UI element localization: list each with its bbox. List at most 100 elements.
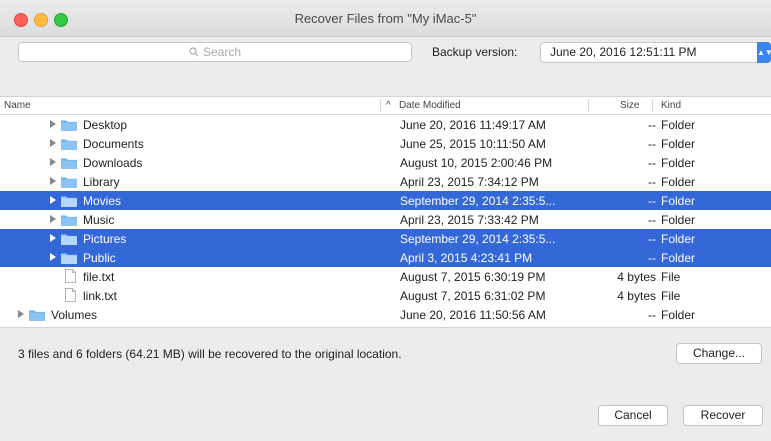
row-size: --: [648, 251, 656, 265]
search-placeholder: Search: [202, 45, 242, 59]
table-row[interactable]: Pictures September 29, 2014 2:35:5... -- Fo…: [0, 229, 771, 248]
table-row[interactable]: link.txt August 7, 2015 6:31:02 PM 4 bytes…: [0, 286, 771, 305]
files-table: Name ^ Date Modified Size Kind Desktop Ju…: [0, 96, 771, 328]
disclosure-triangle-icon[interactable]: [50, 120, 56, 128]
column-header-name[interactable]: Name: [4, 100, 31, 111]
disclosure-triangle-icon[interactable]: [50, 158, 56, 166]
row-size: --: [648, 175, 656, 189]
table-row[interactable]: file.txt August 7, 2015 6:30:19 PM 4 bytes…: [0, 267, 771, 286]
search-icon: [189, 47, 199, 57]
row-date-modified: September 29, 2014 2:35:5...: [400, 232, 556, 246]
row-kind: Folder: [661, 118, 696, 132]
table-row[interactable]: Library April 23, 2015 7:34:12 PM -- Folder: [0, 172, 771, 191]
chevron-updown-icon: ▲▼: [757, 42, 771, 63]
column-divider[interactable]: [380, 99, 381, 112]
recover-button[interactable]: Recover: [683, 405, 763, 426]
row-size: --: [648, 213, 656, 227]
disclosure-triangle-icon[interactable]: [50, 177, 56, 185]
row-name: Library: [83, 175, 120, 189]
file-icon: [65, 288, 76, 302]
folder-icon: [61, 215, 77, 226]
folder-icon: [61, 177, 77, 188]
row-name: Public: [83, 251, 116, 265]
row-kind: File: [661, 289, 681, 303]
column-header-size[interactable]: Size: [620, 100, 639, 111]
row-date-modified: August 7, 2015 6:31:02 PM: [400, 289, 546, 303]
row-kind: Folder: [661, 251, 696, 265]
row-kind: Folder: [661, 213, 696, 227]
change-location-button[interactable]: Change...: [676, 343, 762, 364]
folder-icon: [61, 234, 77, 245]
row-date-modified: August 10, 2015 2:00:46 PM: [400, 156, 553, 170]
row-date-modified: June 20, 2016 11:49:17 AM: [400, 118, 546, 132]
row-kind: Folder: [661, 175, 696, 189]
sort-ascending-icon: ^: [386, 100, 391, 111]
folder-icon: [61, 253, 77, 264]
row-name: Desktop: [83, 118, 128, 132]
row-kind: Folder: [661, 232, 696, 246]
table-row[interactable]: Documents June 25, 2015 10:11:50 AM -- Fold…: [0, 134, 771, 153]
table-row[interactable]: Downloads August 10, 2015 2:00:46 PM -- Fol…: [0, 153, 771, 172]
row-kind: Folder: [661, 137, 696, 151]
row-size: --: [648, 156, 656, 170]
row-name: Movies: [83, 194, 122, 208]
row-size: --: [648, 137, 656, 151]
row-size: 4 bytes: [617, 270, 656, 284]
table-row[interactable]: Music April 23, 2015 7:33:42 PM -- Folder: [0, 210, 771, 229]
row-name: Pictures: [83, 232, 127, 246]
file-icon: [65, 269, 76, 283]
disclosure-triangle-icon[interactable]: [50, 253, 56, 261]
backup-version-label: Backup version:: [432, 45, 518, 59]
row-kind: Folder: [661, 156, 696, 170]
row-date-modified: September 29, 2014 2:35:5...: [400, 194, 556, 208]
table-row[interactable]: Public April 3, 2015 4:23:41 PM -- Folder: [0, 248, 771, 267]
search-input[interactable]: Search: [18, 42, 412, 62]
row-date-modified: April 23, 2015 7:34:12 PM: [400, 175, 539, 189]
cancel-button[interactable]: Cancel: [598, 405, 668, 426]
row-name: file.txt: [83, 270, 115, 284]
recover-files-dialog: Recover Files from "My iMac-5" Search Ba…: [0, 0, 771, 441]
row-name: Documents: [83, 137, 144, 151]
row-size: --: [648, 118, 656, 132]
row-date-modified: August 7, 2015 6:30:19 PM: [400, 270, 546, 284]
row-date-modified: June 20, 2016 11:50:56 AM: [400, 308, 546, 322]
column-header-date[interactable]: Date Modified: [399, 100, 461, 111]
folder-icon: [61, 196, 77, 207]
column-header-kind[interactable]: Kind: [661, 100, 681, 111]
backup-version-select[interactable]: June 20, 2016 12:51:11 PM ▲▼: [540, 42, 771, 63]
disclosure-triangle-icon[interactable]: [50, 139, 56, 147]
row-size: 4 bytes: [617, 289, 656, 303]
table-row[interactable]: Movies September 29, 2014 2:35:5... -- Fold…: [0, 191, 771, 210]
row-name: Downloads: [83, 156, 143, 170]
disclosure-triangle-icon[interactable]: [50, 234, 56, 242]
row-date-modified: April 3, 2015 4:23:41 PM: [400, 251, 533, 265]
table-body: Desktop June 20, 2016 11:49:17 AM -- Folder…: [0, 115, 771, 324]
table-row[interactable]: Volumes June 20, 2016 11:50:56 AM -- Folder: [0, 305, 771, 324]
disclosure-triangle-icon[interactable]: [18, 310, 24, 318]
row-size: --: [648, 308, 656, 322]
row-name: Volumes: [51, 308, 98, 322]
row-kind: File: [661, 270, 681, 284]
folder-icon: [61, 120, 77, 131]
row-date-modified: June 25, 2015 10:11:50 AM: [400, 137, 546, 151]
row-size: --: [648, 232, 656, 246]
folder-icon: [29, 310, 45, 321]
disclosure-triangle-icon[interactable]: [50, 196, 56, 204]
title-bar: Recover Files from "My iMac-5": [0, 0, 771, 37]
window-title: Recover Files from "My iMac-5": [294, 11, 477, 26]
table-header: Name ^ Date Modified Size Kind: [0, 97, 771, 115]
backup-version-value: June 20, 2016 12:51:11 PM: [550, 45, 697, 59]
column-divider[interactable]: [652, 99, 653, 112]
folder-icon: [61, 139, 77, 150]
row-size: --: [648, 194, 656, 208]
row-name: link.txt: [83, 289, 118, 303]
folder-icon: [61, 158, 77, 169]
row-kind: Folder: [661, 308, 696, 322]
recovery-summary: 3 files and 6 folders (64.21 MB) will be…: [18, 347, 402, 361]
column-divider[interactable]: [588, 99, 589, 112]
table-row[interactable]: Desktop June 20, 2016 11:49:17 AM -- Folder: [0, 115, 771, 134]
row-kind: Folder: [661, 194, 696, 208]
row-name: Music: [83, 213, 115, 227]
disclosure-triangle-icon[interactable]: [50, 215, 56, 223]
row-date-modified: April 23, 2015 7:33:42 PM: [400, 213, 539, 227]
